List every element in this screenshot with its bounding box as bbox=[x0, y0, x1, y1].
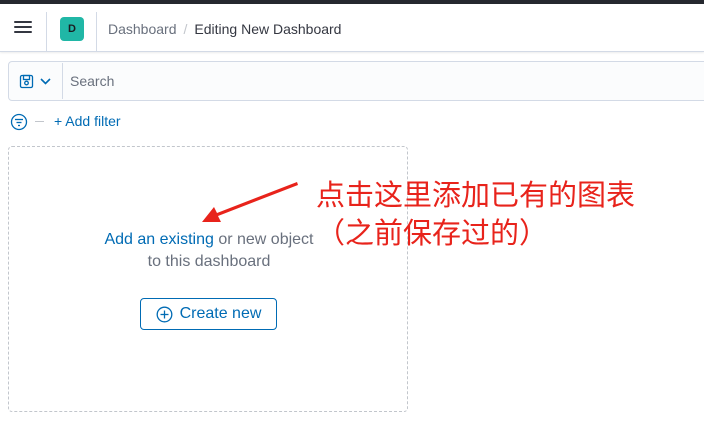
create-new-button[interactable]: Create new bbox=[140, 298, 277, 330]
save-icon bbox=[19, 74, 51, 89]
header-divider bbox=[46, 12, 47, 52]
breadcrumb: Dashboard / Editing New Dashboard bbox=[108, 20, 341, 38]
breadcrumb-current: Editing New Dashboard bbox=[194, 21, 342, 37]
add-filter-button[interactable]: + Add filter bbox=[54, 113, 121, 129]
space-avatar[interactable]: D bbox=[60, 17, 84, 41]
app-header: D Dashboard / Editing New Dashboard bbox=[0, 4, 704, 52]
breadcrumb-dashboard[interactable]: Dashboard bbox=[108, 21, 177, 37]
saved-query-button[interactable] bbox=[10, 63, 63, 99]
filter-options-icon[interactable] bbox=[10, 113, 28, 136]
add-existing-link[interactable]: Add an existing bbox=[104, 231, 213, 248]
create-new-label: Create new bbox=[179, 305, 262, 322]
annotation-line1: 点击这里添加已有的图表 bbox=[316, 178, 636, 212]
filter-divider bbox=[35, 121, 44, 122]
plus-circle-icon bbox=[156, 306, 173, 322]
query-bar bbox=[8, 61, 704, 101]
empty-prompt-line2: to this dashboard bbox=[147, 253, 271, 270]
annotation-arrow bbox=[202, 182, 298, 222]
empty-prompt-text: or new object bbox=[213, 231, 314, 248]
annotation-line2: （之前保存过的） bbox=[316, 216, 549, 250]
header-divider bbox=[96, 12, 97, 52]
annotation-note: 点击这里添加已有的图表 （之前保存过的） bbox=[316, 176, 635, 252]
breadcrumb-separator: / bbox=[183, 21, 188, 37]
search-input[interactable] bbox=[64, 63, 704, 99]
menu-icon[interactable] bbox=[12, 18, 34, 38]
